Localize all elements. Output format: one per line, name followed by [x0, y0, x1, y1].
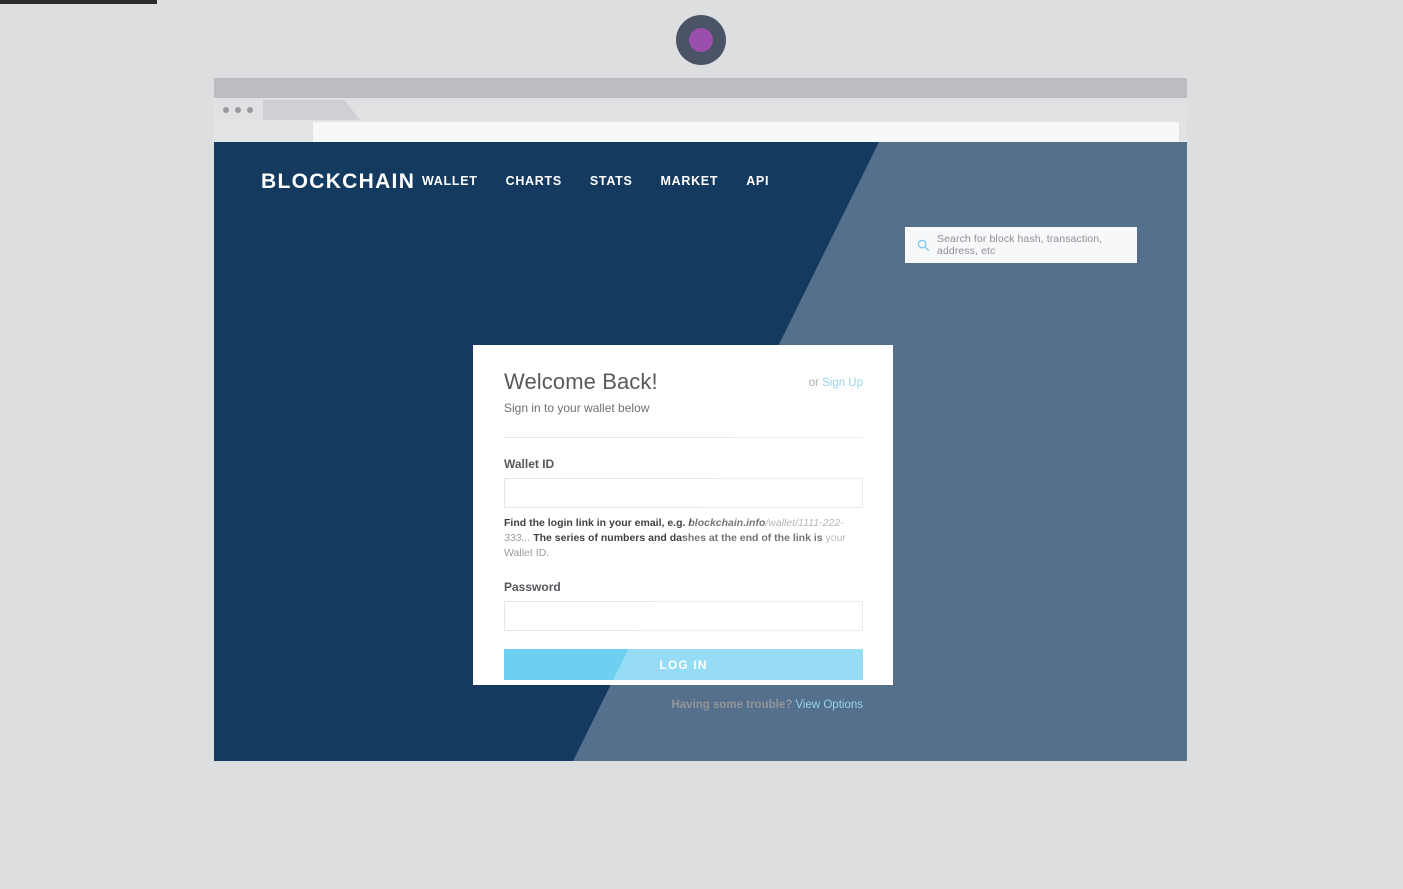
- window-control-dot[interactable]: [247, 107, 253, 113]
- password-label: Password: [504, 580, 561, 594]
- webcam-lens-icon: [689, 28, 713, 52]
- url-bar[interactable]: [313, 122, 1179, 142]
- nav-item-api[interactable]: API: [746, 174, 769, 188]
- login-card-header: Welcome Back! Sign in to your wallet bel…: [504, 369, 863, 438]
- page-viewport: BLOCKCHAIN WALLET CHARTS STATS MARKET AP…: [214, 142, 1187, 761]
- trouble-row: Having some trouble? View Options: [504, 699, 863, 711]
- nav-item-market[interactable]: MARKET: [661, 174, 719, 188]
- search-placeholder-text: Search for block hash, transaction, addr…: [937, 233, 1103, 257]
- helper-part-2: The series of numbers and dashes at the …: [530, 532, 826, 544]
- top-edge-strip: [0, 0, 157, 4]
- password-input[interactable]: [504, 601, 863, 631]
- login-card: Welcome Back! Sign in to your wallet bel…: [473, 345, 893, 711]
- search-box[interactable]: Search for block hash, transaction, addr…: [905, 227, 1137, 263]
- main-navigation: WALLET CHARTS STATS MARKET API: [422, 174, 769, 188]
- helper-part-1: Find the login link in your email, e.g.: [504, 517, 689, 529]
- nav-item-stats[interactable]: STATS: [590, 174, 633, 188]
- signup-prompt: or Sign Up: [809, 377, 863, 389]
- browser-tab[interactable]: [263, 100, 360, 120]
- view-options-link[interactable]: View Options: [795, 699, 863, 711]
- browser-titlebar: [214, 78, 1187, 98]
- log-in-button[interactable]: LOG IN: [504, 649, 863, 680]
- wallet-id-helper-text: Find the login link in your email, e.g. …: [504, 516, 856, 561]
- sign-up-link[interactable]: Sign Up: [822, 377, 863, 389]
- page-title: Welcome Back!: [504, 369, 658, 394]
- browser-window: BLOCKCHAIN WALLET CHARTS STATS MARKET AP…: [214, 78, 1187, 761]
- window-control-dot[interactable]: [235, 107, 241, 113]
- login-subtitle: Sign in to your wallet below: [504, 401, 650, 415]
- trouble-label: Having some trouble?: [671, 699, 793, 711]
- search-icon: [917, 239, 930, 251]
- window-control-dot[interactable]: [223, 107, 229, 113]
- webcam-icon: [676, 15, 726, 65]
- site-logo[interactable]: BLOCKCHAIN: [261, 170, 415, 194]
- wallet-id-input[interactable]: [504, 478, 863, 508]
- site-header: BLOCKCHAIN WALLET CHARTS STATS MARKET AP…: [214, 142, 1187, 222]
- nav-item-charts[interactable]: CHARTS: [506, 174, 562, 188]
- nav-item-wallet[interactable]: WALLET: [422, 174, 478, 188]
- wallet-id-label: Wallet ID: [504, 457, 555, 471]
- helper-domain: blockchain.info: [688, 517, 766, 529]
- or-label: or: [808, 377, 819, 389]
- browser-tabstrip: [214, 98, 1187, 120]
- window-controls[interactable]: [223, 107, 253, 113]
